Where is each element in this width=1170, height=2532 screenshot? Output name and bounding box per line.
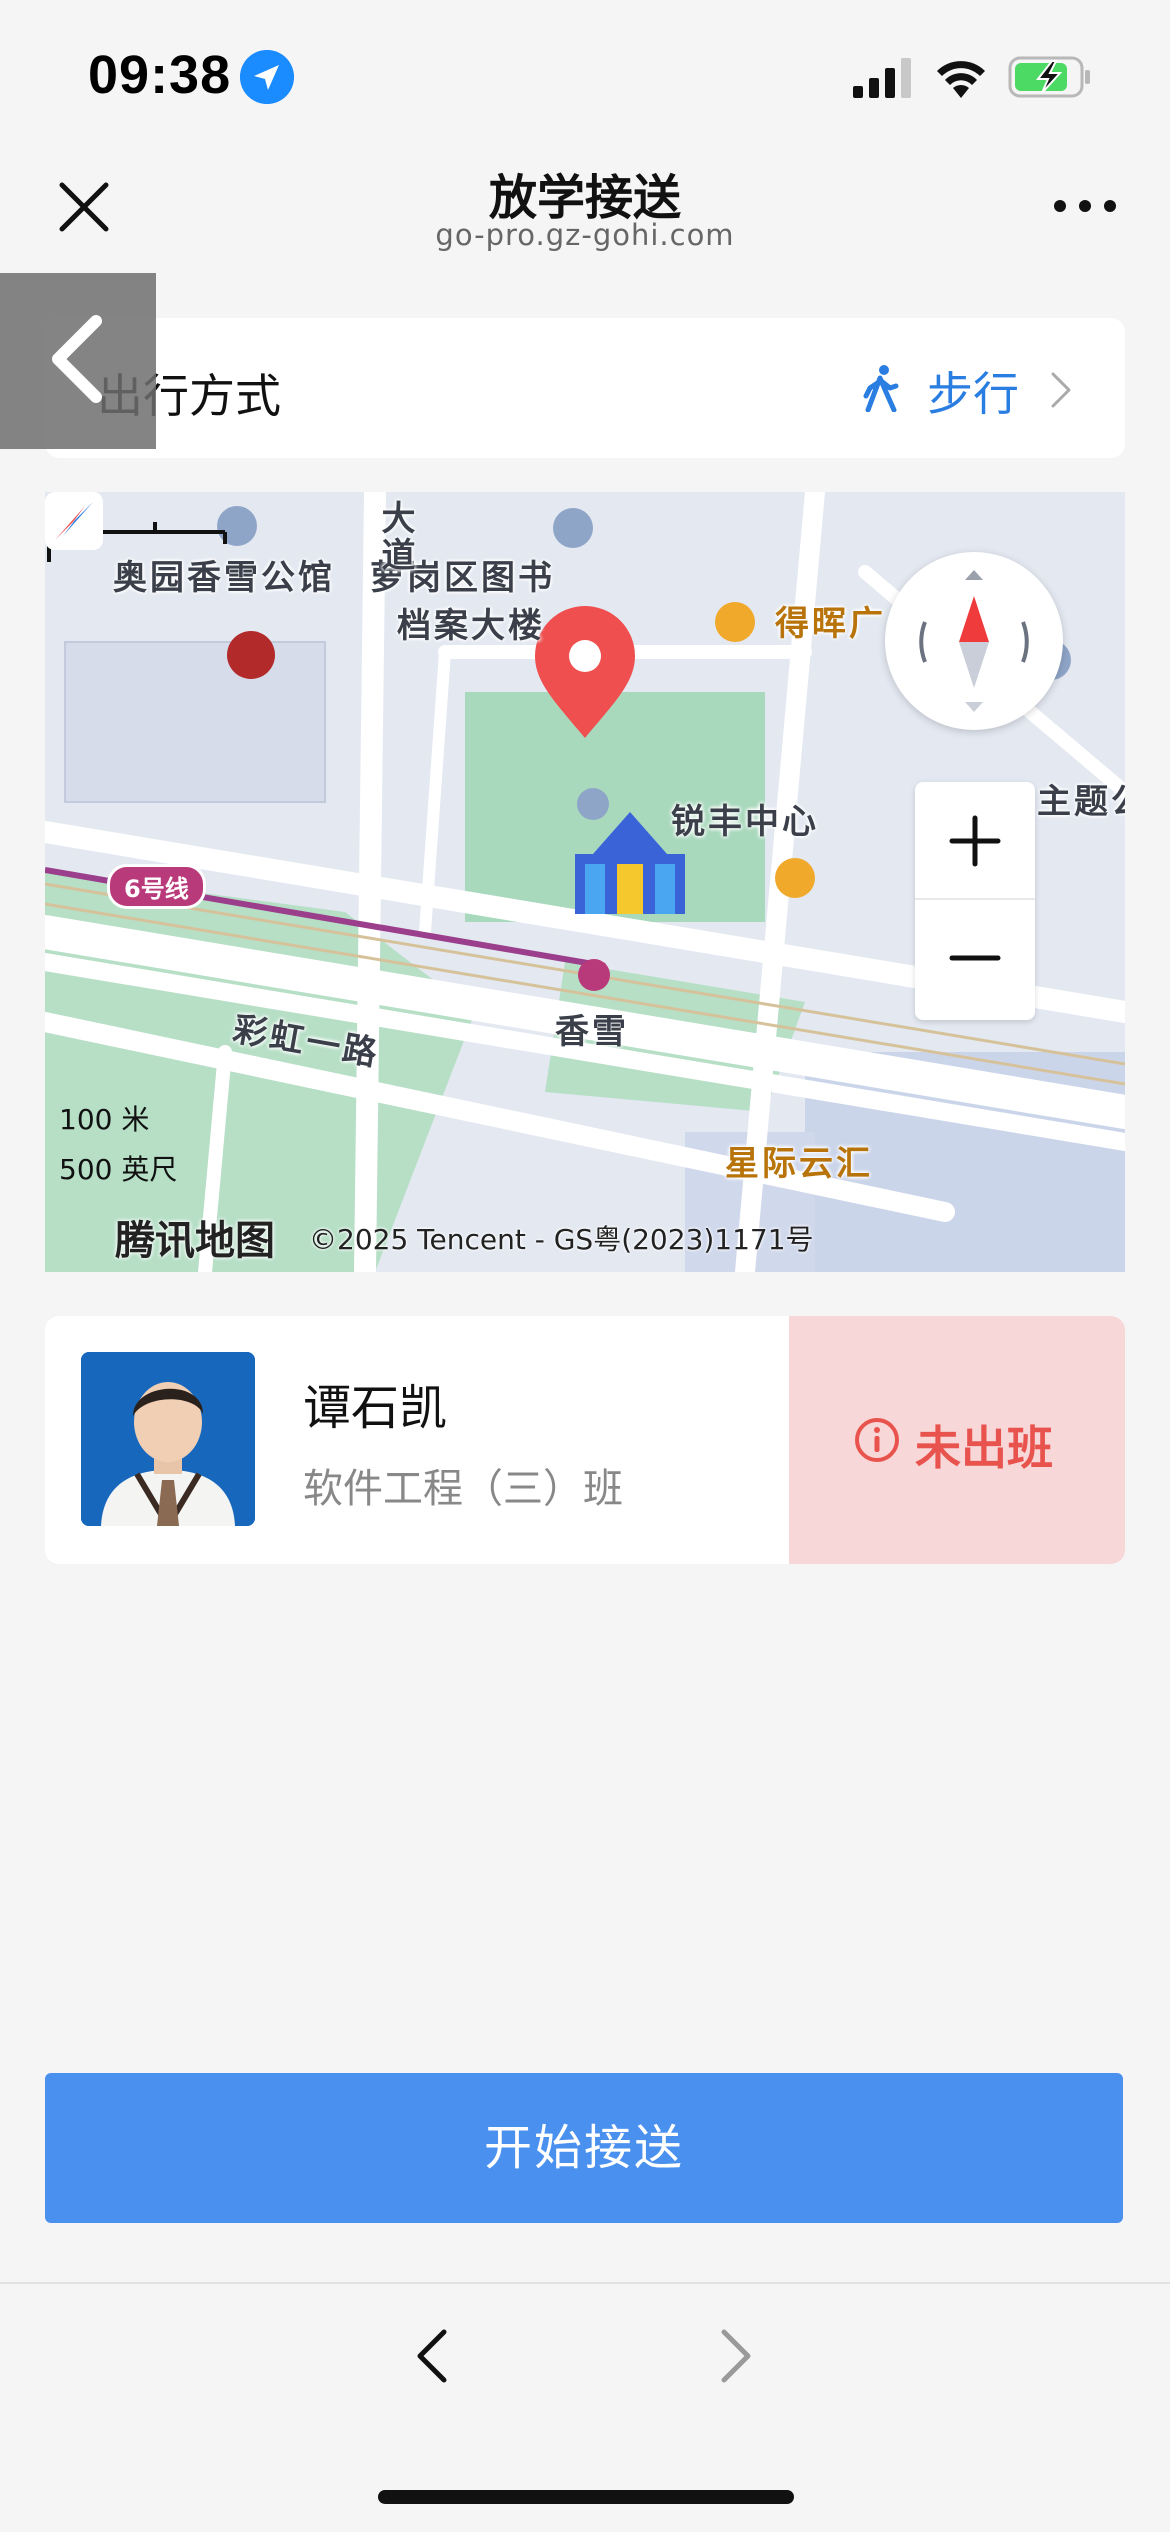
scale-metric: 100 米 — [59, 1103, 150, 1136]
metro-line-badge: 6号线 — [107, 864, 206, 909]
map-label-shop: 得晖广 — [775, 604, 886, 644]
plus-icon — [949, 815, 1001, 867]
compass-button[interactable] — [885, 552, 1063, 730]
wifi-icon — [937, 61, 985, 98]
map-provider: 腾讯地图 — [115, 1218, 275, 1264]
map-view[interactable]: 奥园香雪公馆 萝岗区图书 档案大楼 大道 得晖广 锐丰中心 主题公 6号线 香雪… — [45, 492, 1125, 1272]
battery-charging-icon — [1008, 56, 1090, 98]
more-icon[interactable] — [1052, 196, 1118, 216]
map-label-avenue: 大道 — [375, 500, 415, 574]
travel-mode-row[interactable]: 出行方式 步行 — [45, 318, 1125, 458]
cellular-signal-icon — [853, 58, 911, 98]
tencent-map-logo-icon — [45, 492, 103, 550]
scale-imperial: 500 英尺 — [59, 1153, 178, 1186]
zoom-in-button[interactable] — [915, 782, 1035, 900]
zoom-out-button[interactable] — [915, 900, 1035, 1020]
home-indicator — [378, 2490, 794, 2504]
chevron-left-icon[interactable] — [412, 2326, 452, 2386]
status-time: 09:38 — [88, 45, 232, 105]
map-label-library-2: 档案大楼 — [397, 606, 545, 646]
status-bar: 09:38 — [0, 0, 1170, 140]
start-pickup-button[interactable]: 开始接送 — [45, 2073, 1123, 2223]
minus-icon — [949, 955, 1001, 961]
map-label-tower: 锐丰中心 — [671, 802, 819, 842]
walking-person-icon — [863, 365, 899, 412]
chevron-right-icon — [1051, 372, 1071, 408]
map-copyright: ©2025 Tencent - GS粤(2023)1171号 — [309, 1223, 814, 1256]
chevron-left-icon — [52, 315, 102, 403]
page-url: go-pro.gz-gohi.com — [435, 218, 735, 252]
travel-mode-value: 步行 — [927, 367, 1019, 421]
zoom-controls — [915, 782, 1035, 1020]
status-badge: 未出班 — [789, 1316, 1125, 1564]
student-card[interactable]: 谭石凯 软件工程（三）班 未出班 — [45, 1316, 1125, 1564]
student-class: 软件工程（三）班 — [303, 1466, 623, 1512]
avatar — [81, 1352, 255, 1526]
location-arrow-icon — [240, 50, 294, 104]
map-label-theme: 主题公 — [1037, 782, 1125, 822]
status-text: 未出班 — [915, 1421, 1053, 1475]
info-circle-icon — [855, 1418, 899, 1462]
map-label-mall: 星际云汇 — [725, 1144, 873, 1184]
floating-back-button[interactable] — [0, 273, 156, 449]
student-name: 谭石凯 — [303, 1380, 448, 1436]
student-photo — [81, 1352, 255, 1526]
chevron-right-icon[interactable] — [716, 2326, 756, 2386]
compass-icon — [919, 570, 1029, 712]
map-label-station: 香雪 — [555, 1012, 629, 1052]
